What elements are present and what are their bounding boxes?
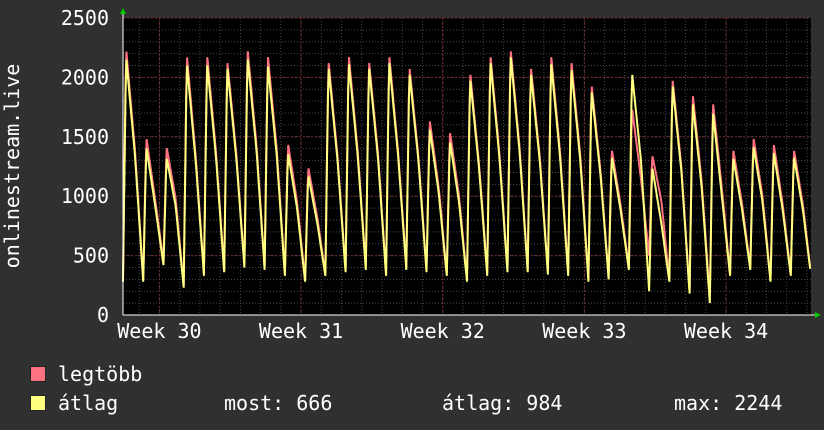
stat-max: max: 2244 [674,391,782,415]
x-tick-label: Week 34 [684,319,768,343]
stat-now: most: 666 [224,391,332,415]
x-tick-label: Week 31 [259,319,343,343]
y-tick-label: 500 [73,244,109,268]
legend-item-max: legtöbb [30,362,142,386]
y-axis-label: onlinestream.live [0,64,24,269]
stat-now-label: most: [224,391,285,415]
stat-now-value: 666 [296,391,333,415]
stat-max-value: 2244 [734,391,783,415]
x-tick-label: Week 32 [401,319,485,343]
y-tick-label: 2000 [61,65,109,89]
legend-label-avg: átlag [58,391,119,415]
stat-avg-label: átlag: [442,391,515,415]
stat-avg-value: 984 [526,391,563,415]
stat-avg: átlag: 984 [442,391,562,415]
legend-label-max: legtöbb [58,362,143,386]
y-tick-label: 1500 [61,125,109,149]
y-tick-label: 0 [97,303,109,327]
legend-item-avg: átlag [30,391,118,415]
legend-swatch-max [30,366,46,382]
y-axis-arrow [120,8,126,14]
y-tick-label: 1000 [61,184,109,208]
x-tick-label: Week 30 [117,319,201,343]
stat-max-label: max: [674,391,723,415]
legend-swatch-avg [30,395,46,411]
x-tick-label: Week 33 [542,319,626,343]
y-tick-label: 2500 [61,6,109,30]
x-axis-arrow [815,312,821,318]
